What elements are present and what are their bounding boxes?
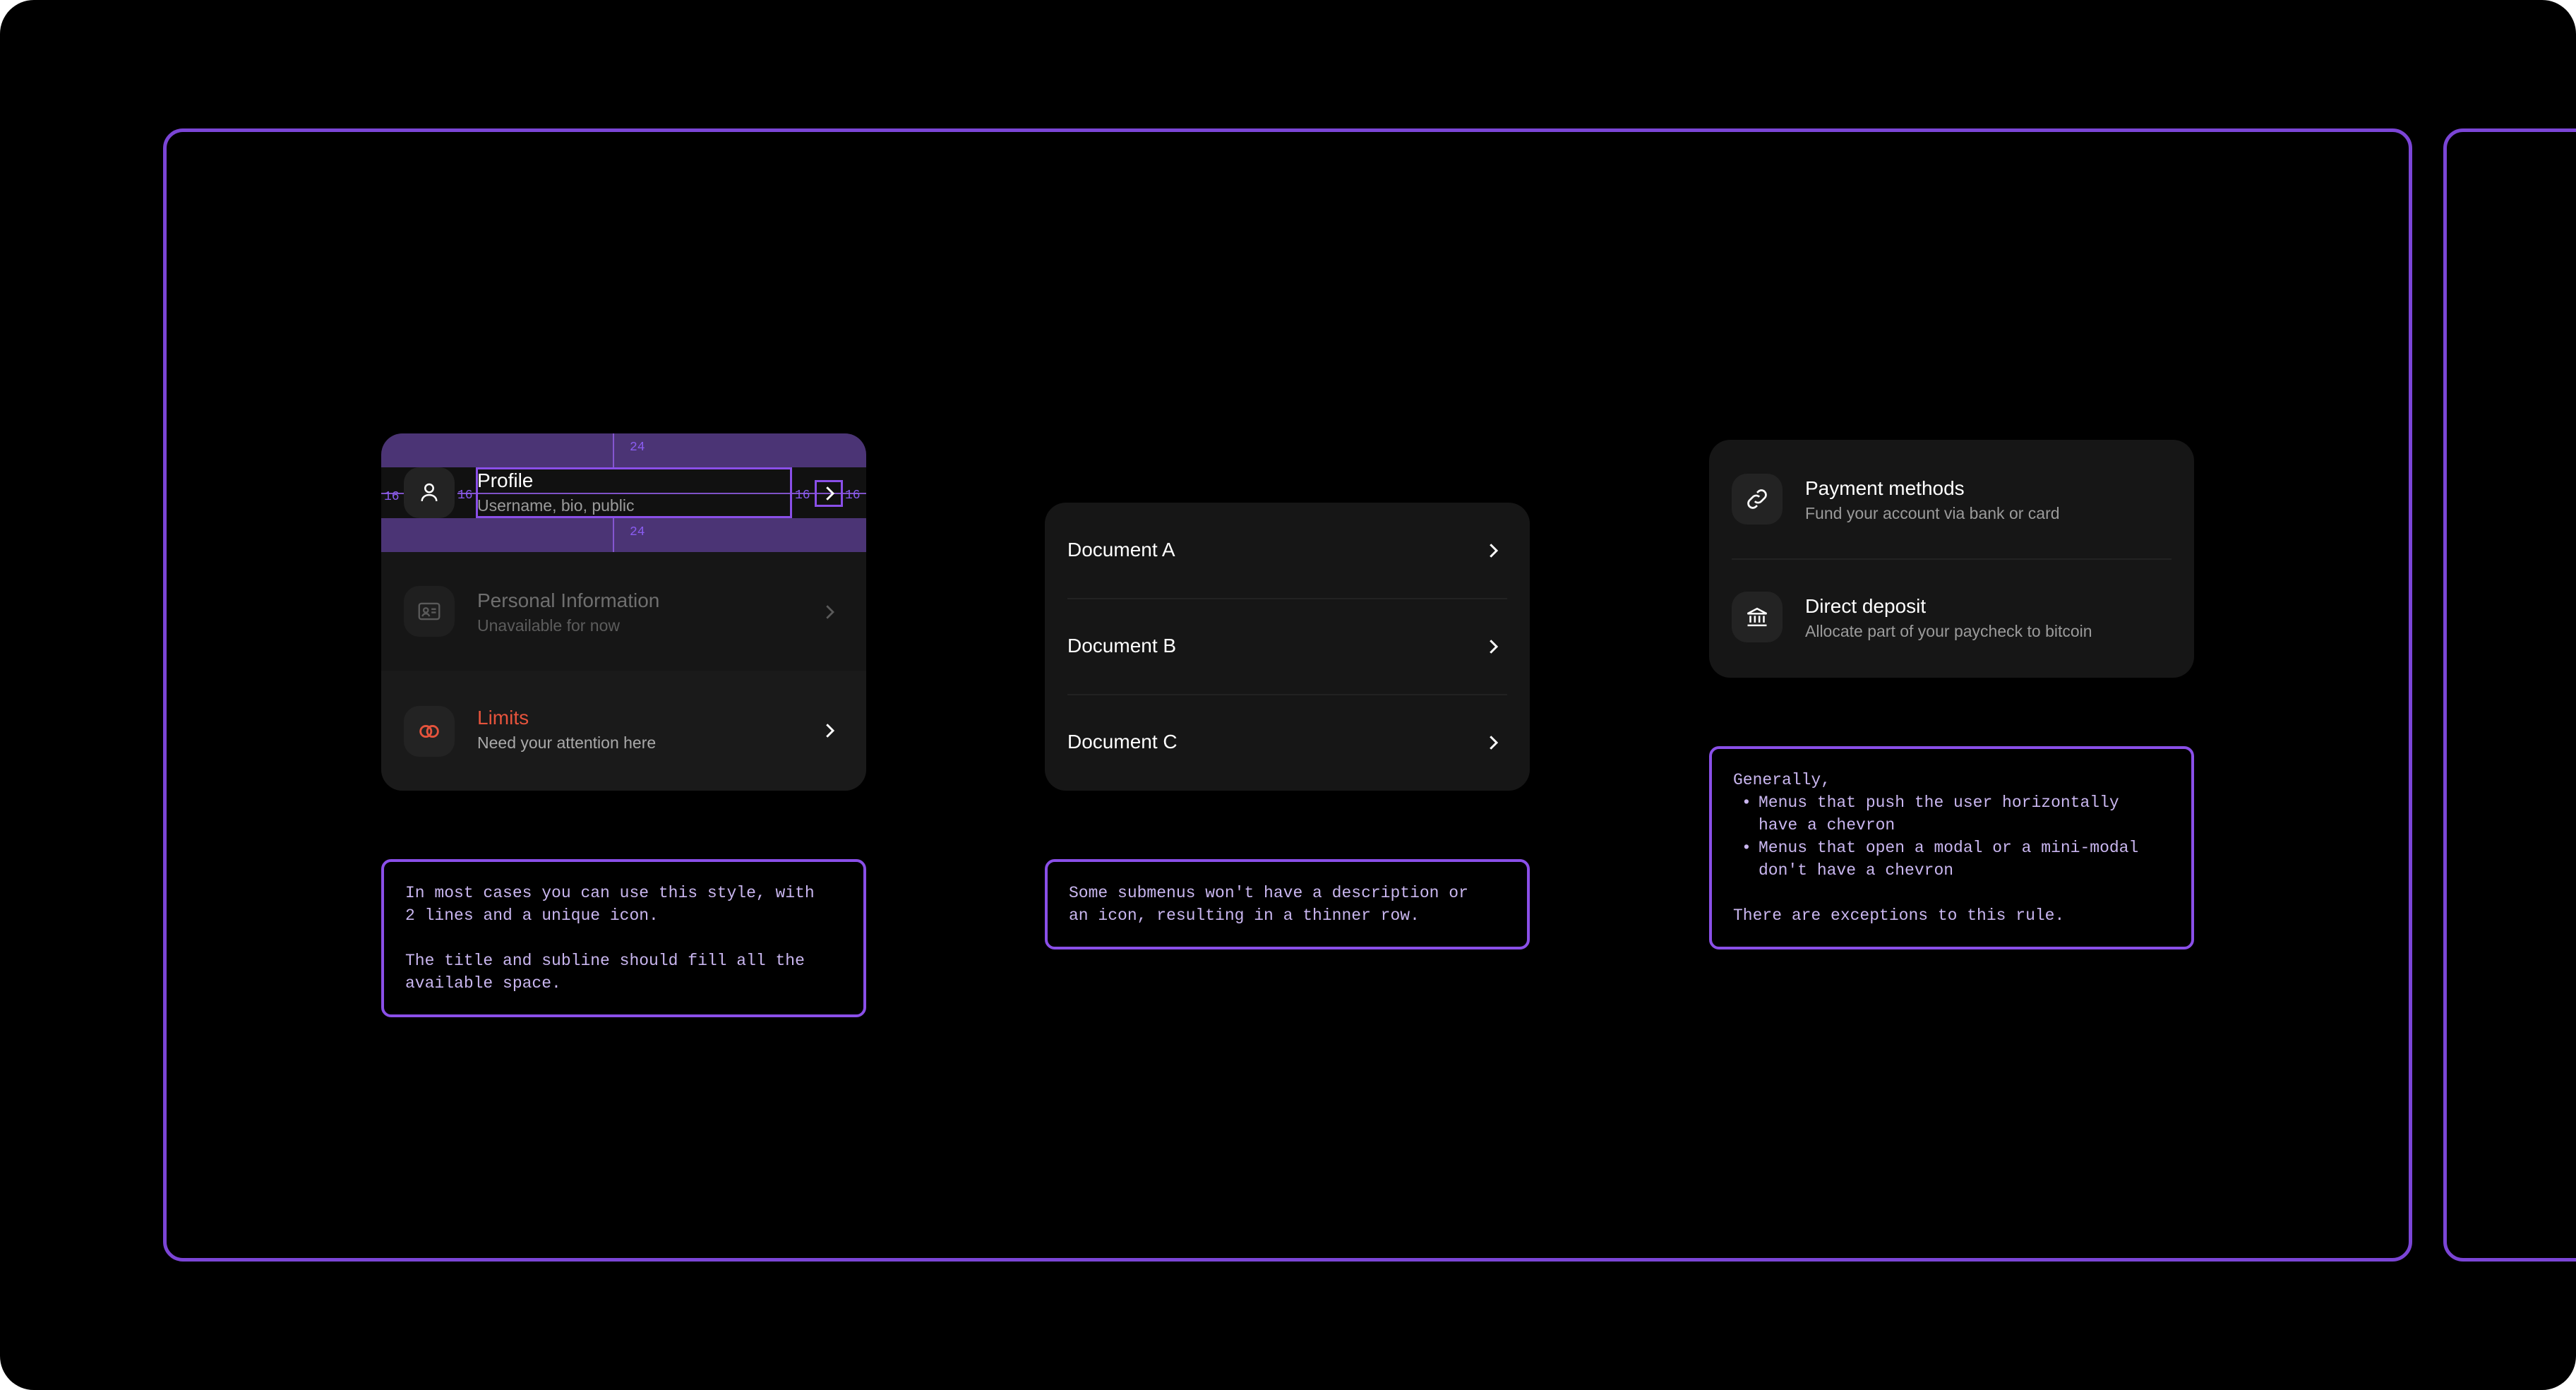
note-spacer [1733, 882, 2170, 904]
menu-card-documents: Document A Document B Document C [1045, 503, 1530, 791]
note-line: In most cases you can use this style, wi… [405, 884, 815, 902]
note-line: Generally, [1733, 771, 1831, 789]
note-text: don't have a chevron [1759, 861, 1954, 880]
note-text: Menus that push the user horizontally [1759, 793, 2119, 812]
chevron-right-icon [826, 605, 834, 619]
measure-gap: 16 [457, 489, 473, 503]
note-line: The title and subline should fill all th… [405, 952, 805, 970]
chevron-right-icon [1490, 736, 1499, 750]
menu-row-payment-methods: Payment methods Fund your account via ba… [1709, 440, 2194, 558]
note-column2: Some submenus won't have a description o… [1045, 859, 1530, 949]
row-subtitle: Unavailable for now [477, 616, 621, 635]
chevron-right-icon [1490, 544, 1499, 558]
menu-row-document-c[interactable]: Document C [1045, 695, 1530, 791]
row-subtitle: Need your attention here [477, 733, 657, 752]
row-title: Personal Information [477, 589, 660, 611]
note-spacer [405, 927, 842, 949]
note-line: an icon, resulting in a thinner row. [1069, 906, 1420, 925]
chevron-right-icon [1490, 640, 1499, 654]
menu-row-personal-information: Personal Information Unavailable for now [381, 552, 866, 671]
row-subtitle: Username, bio, public [477, 496, 635, 515]
menu-row-document-b[interactable]: Document B [1045, 599, 1530, 695]
guide-line [613, 433, 614, 467]
measure-left: 16 [384, 490, 400, 504]
menu-row-document-a[interactable]: Document A [1045, 503, 1530, 599]
note-line: Some submenus won't have a description o… [1069, 884, 1468, 902]
menu-card-annotated: 24 24 16 16 16 16 Profile Username, bio,… [381, 433, 866, 791]
measure-right-gap: 16 [795, 489, 810, 503]
canvas: 24 24 16 16 16 16 Profile Username, bio,… [0, 0, 2576, 1390]
row-subtitle: Allocate part of your paycheck to bitcoi… [1805, 622, 2092, 640]
row-title: Direct deposit [1805, 595, 1927, 617]
note-bullet: Menus that open a modal or a mini-modal d… [1733, 837, 2170, 882]
note-line: available space. [405, 974, 561, 993]
note-text: have a chevron [1759, 816, 1895, 834]
measure-bottom: 24 [630, 525, 645, 539]
note-bullets: Menus that push the user horizontally hav… [1733, 791, 2170, 882]
note-column3: Generally, Menus that push the user hori… [1709, 746, 2194, 949]
person-icon [404, 467, 455, 518]
id-card-icon [404, 586, 455, 637]
note-bullet: Menus that push the user horizontally hav… [1733, 791, 2170, 837]
guide-line [613, 518, 614, 552]
next-section-frame [2443, 128, 2576, 1262]
row-title: Document C [1067, 731, 1178, 753]
row-title: Limits [477, 707, 529, 729]
padding-band-top [381, 433, 866, 467]
bank-icon [1732, 592, 1783, 642]
measure-top: 24 [630, 441, 645, 455]
row-title: Profile [477, 469, 534, 491]
menu-card-payments: Payment methods Fund your account via ba… [1709, 440, 2194, 678]
menu-row-direct-deposit: Direct deposit Allocate part of your pay… [1709, 559, 2194, 678]
limits-rings-icon [404, 706, 455, 757]
menu-row-profile[interactable]: 24 24 16 16 16 16 Profile Username, bio,… [381, 433, 866, 552]
chevron-right-icon [826, 486, 835, 501]
note-column1: In most cases you can use this style, wi… [381, 859, 866, 1017]
menu-row-limits[interactable]: Limits Need your attention here [381, 671, 866, 791]
note-line: There are exceptions to this rule. [1733, 906, 2065, 925]
row-title: Payment methods [1805, 477, 1965, 499]
link-icon [1732, 474, 1783, 525]
padding-band-bottom [381, 518, 866, 552]
row-title: Document A [1067, 539, 1175, 561]
chevron-right-icon [826, 724, 835, 738]
row-subtitle: Fund your account via bank or card [1805, 504, 2060, 522]
measure-right: 16 [845, 489, 861, 503]
note-line: 2 lines and a unique icon. [405, 906, 659, 925]
note-text: Menus that open a modal or a mini-modal [1759, 839, 2139, 857]
row-title: Document B [1067, 635, 1177, 657]
guide-line [476, 493, 792, 494]
